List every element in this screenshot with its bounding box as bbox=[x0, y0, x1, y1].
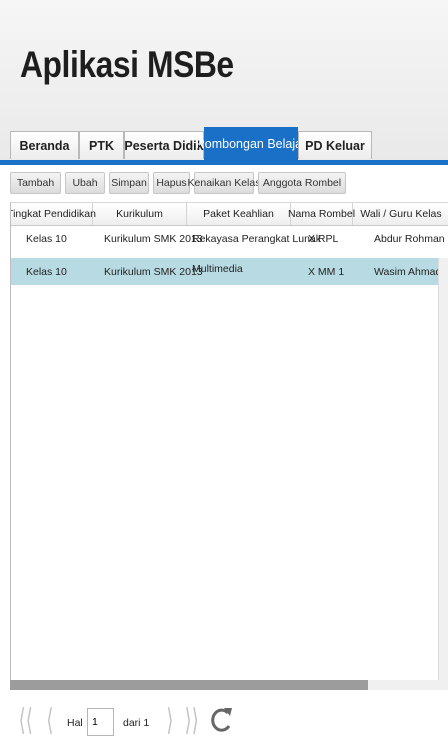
table-cell: Abdur Rohman bbox=[374, 232, 445, 245]
column-header[interactable]: Paket Keahlian bbox=[187, 203, 291, 225]
table-cell: Wasim Ahmad bbox=[374, 265, 442, 278]
page-label: Hal bbox=[67, 717, 83, 729]
tab-pd-keluar[interactable]: PD Keluar bbox=[298, 131, 372, 159]
last-page-icon[interactable]: ⟩⟩ bbox=[185, 706, 199, 736]
table-cell: Kurikulum SMK 2013 bbox=[104, 265, 203, 278]
kenaikan-kelas-button[interactable]: Kenaikan Kelas bbox=[188, 172, 260, 194]
refresh-icon[interactable] bbox=[208, 704, 236, 736]
column-header[interactable]: Wali / Guru Kelas bbox=[353, 203, 448, 225]
app-title: Aplikasi MSBe bbox=[20, 44, 234, 85]
page-total-label: dari 1 bbox=[123, 717, 150, 729]
vertical-scrollbar[interactable] bbox=[438, 258, 448, 680]
hapus-button[interactable]: Hapus bbox=[153, 172, 190, 194]
table-cell: X MM 1 bbox=[308, 265, 345, 278]
table-cell: Kurikulum SMK 2013 bbox=[104, 232, 203, 245]
grid-header: Tingkat Pendidikan Kurikulum Paket Keahl… bbox=[11, 202, 448, 226]
anggota-rombel-button[interactable]: Anggota Rombel bbox=[258, 172, 346, 194]
ubah-button[interactable]: Ubah bbox=[65, 172, 105, 194]
table-cell: X RPL bbox=[308, 232, 339, 245]
tambah-button[interactable]: Tambah bbox=[10, 172, 61, 194]
table-cell: Kelas 10 bbox=[26, 265, 67, 278]
column-header[interactable]: Tingkat Pendidikan bbox=[11, 203, 96, 225]
table-cell: Kelas 10 bbox=[26, 232, 67, 245]
tab-beranda[interactable]: Beranda bbox=[10, 131, 79, 159]
table-row[interactable]: Kelas 10 Kurikulum SMK 2013 Rekayasa Per… bbox=[11, 225, 448, 252]
column-header[interactable]: Kurikulum bbox=[93, 203, 187, 225]
horizontal-scrollbar-thumb[interactable] bbox=[10, 680, 368, 690]
simpan-button[interactable]: Simpan bbox=[109, 172, 149, 194]
tab-rombongan-belajar[interactable]: Rombongan Belajar bbox=[196, 127, 306, 160]
table-cell: Rekayasa Perangkat Lunak bbox=[192, 232, 321, 245]
horizontal-scrollbar[interactable] bbox=[10, 680, 448, 690]
table-row[interactable]: Kelas 10 Kurikulum SMK 2013 Multimedia X… bbox=[11, 258, 448, 285]
main-tabs: Beranda PTK Peserta Didik Rombongan Bela… bbox=[10, 127, 448, 160]
table-cell: Multimedia bbox=[192, 263, 243, 275]
rombel-grid: Tingkat Pendidikan Kurikulum Paket Keahl… bbox=[10, 202, 448, 688]
previous-page-icon[interactable]: ⟨ bbox=[46, 706, 53, 736]
tab-peserta-didik[interactable]: Peserta Didik bbox=[124, 131, 204, 159]
first-page-icon[interactable]: ⟨⟨ bbox=[19, 706, 33, 736]
tab-ptk[interactable]: PTK bbox=[79, 131, 124, 159]
pagination-bar: ⟨⟨ ⟨ Hal dari 1 ⟩ ⟩⟩ bbox=[0, 700, 448, 754]
next-page-icon[interactable]: ⟩ bbox=[166, 706, 173, 736]
toolbar: Tambah Ubah Simpan Hapus Kenaikan Kelas … bbox=[10, 172, 448, 194]
tab-underline bbox=[0, 160, 448, 165]
column-header[interactable]: Nama Rombel bbox=[288, 203, 355, 225]
page-number-input[interactable] bbox=[87, 708, 114, 736]
